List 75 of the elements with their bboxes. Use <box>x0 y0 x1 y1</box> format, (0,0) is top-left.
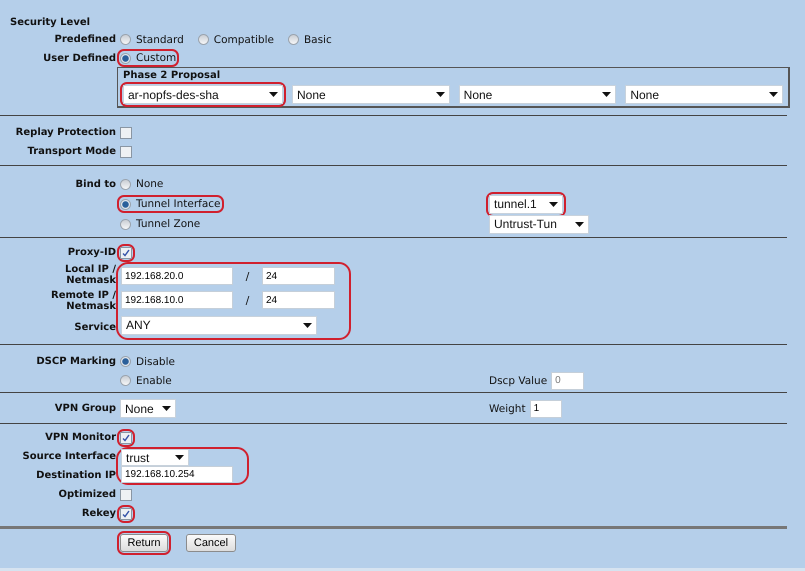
dropdown[interactable]: None <box>292 85 450 104</box>
field-label: Bind to <box>76 178 117 190</box>
field-label: Rekey <box>82 508 117 519</box>
radio-button[interactable] <box>120 356 131 367</box>
option-label: Tunnel Zone <box>136 218 200 230</box>
option-label: Standard <box>136 34 184 46</box>
field-label: Predefined <box>54 34 117 45</box>
radio-button[interactable] <box>198 34 209 45</box>
field-label: Local IP / Netmask <box>64 264 117 286</box>
option-label: Basic <box>304 34 332 46</box>
checkbox[interactable] <box>120 508 132 520</box>
caret-icon <box>303 322 312 328</box>
caret-icon <box>162 406 171 411</box>
dropdown[interactable]: None <box>625 85 784 104</box>
separator-label: / <box>244 270 250 283</box>
option-label: Custom <box>136 52 176 64</box>
dropdown[interactable]: ANY <box>121 316 317 335</box>
check-icon <box>122 248 130 256</box>
caret-icon <box>269 92 278 97</box>
caret-icon <box>769 92 778 97</box>
option-label: Enable <box>136 374 172 386</box>
radio-button[interactable] <box>120 218 131 230</box>
checkbox[interactable] <box>120 126 132 138</box>
option-label: Disable <box>136 356 175 368</box>
field-label: VPN Group <box>54 403 117 414</box>
check-icon <box>122 510 130 518</box>
field-label: Service <box>74 322 117 332</box>
check-icon <box>122 434 130 442</box>
panel-title: Phase 2 Proposal <box>123 70 222 81</box>
caret-icon <box>436 92 445 97</box>
caret-icon <box>575 222 584 226</box>
field-label: DSCP Marking <box>36 356 117 367</box>
checkbox[interactable] <box>120 146 132 158</box>
dropdown[interactable]: trust <box>121 449 189 466</box>
caret-icon <box>549 202 558 206</box>
dropdown[interactable]: None <box>458 85 616 104</box>
section-heading: Security Level <box>9 16 92 28</box>
field-label: Source Interface <box>22 451 117 462</box>
option-label: None <box>136 178 164 190</box>
checkbox[interactable] <box>120 432 132 444</box>
checkbox[interactable] <box>120 246 132 258</box>
field-label: Transport Mode <box>28 146 117 157</box>
action-button[interactable]: Cancel <box>186 534 236 552</box>
radio-button[interactable] <box>120 52 131 64</box>
caret-icon <box>602 92 612 97</box>
dropdown[interactable]: Untrust-Tun <box>489 214 589 234</box>
field-label: Dscp Value <box>489 374 548 386</box>
radio-button[interactable] <box>120 178 131 190</box>
checkbox[interactable] <box>120 488 132 500</box>
dropdown[interactable]: None <box>120 399 176 418</box>
field-label: User Defined <box>43 52 117 64</box>
field-label: Optimized <box>58 489 117 500</box>
destination-ip-field[interactable]: 192.168.10.254 <box>121 466 233 483</box>
radio-button[interactable] <box>288 34 299 45</box>
field-label: Destination IP <box>36 470 117 481</box>
netmask-field[interactable]: 24 <box>262 267 335 286</box>
field-label: Remote IP / Netmask <box>50 290 117 312</box>
action-button[interactable]: Return <box>120 534 168 552</box>
caret-icon <box>175 455 184 460</box>
radio-button[interactable] <box>120 198 131 210</box>
separator-label: / <box>244 294 250 307</box>
field-label: Weight <box>489 402 526 414</box>
netmask-field[interactable]: 24 <box>262 291 335 310</box>
radio-button[interactable] <box>120 34 131 45</box>
option-label: Tunnel Interface <box>136 198 221 210</box>
field-label: VPN Monitor <box>45 432 117 443</box>
dropdown[interactable]: ar-nopfs-des-sha <box>123 85 283 104</box>
weight-field[interactable]: 1 <box>530 400 562 418</box>
ip-field[interactable]: 192.168.20.0 <box>121 267 233 286</box>
dropdown[interactable]: tunnel.1 <box>489 194 563 214</box>
ip-field[interactable]: 192.168.10.0 <box>121 291 233 310</box>
option-label: Compatible <box>214 34 274 46</box>
field-label: Replay Protection <box>16 127 117 138</box>
field-label: Proxy-ID <box>68 247 117 258</box>
radio-button[interactable] <box>120 375 131 386</box>
